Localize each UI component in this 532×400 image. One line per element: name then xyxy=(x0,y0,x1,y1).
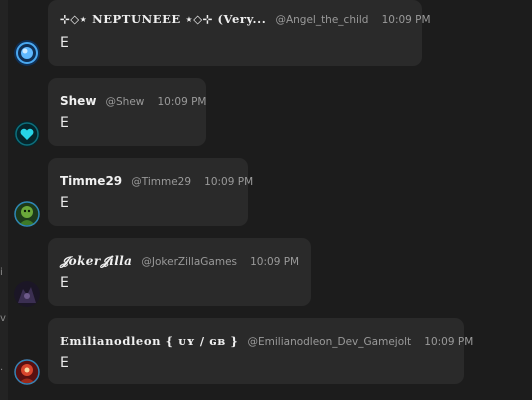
dark-purple-avatar[interactable] xyxy=(14,281,40,307)
message-bubble[interactable]: 𝓙𝒐𝒌𝒆𝒓𝓙𝒊𝒍𝒍𝒂 @JokerZillaGames 10:09 PM E xyxy=(48,238,311,306)
message-timestamp: 10:09 PM xyxy=(204,176,254,188)
author-name[interactable]: ⊹◇⋆ 𝐍𝐄𝐏𝐓𝐔𝐍𝐄𝐄𝐄 ⋆◇⊹ (Very... xyxy=(60,12,266,26)
author-handle[interactable]: @Timme29 xyxy=(131,176,191,188)
author-handle[interactable]: @JokerZillaGames xyxy=(141,256,237,268)
message-text: E xyxy=(60,35,69,51)
edge-glyph: · xyxy=(0,365,4,376)
message-bubble[interactable]: Shew @Shew 10:09 PM E xyxy=(48,78,206,146)
blue-planet-avatar[interactable] xyxy=(14,40,40,66)
message-bubble[interactable]: 𝐄𝐦𝐢𝐥𝐢𝐚𝐧𝐨𝐝𝐥𝐞𝐨𝐧 { ᴜʏ / ɢʙ } @Emilianodleon… xyxy=(48,318,473,384)
message-timestamp: 10:09 PM xyxy=(157,96,207,108)
author-handle[interactable]: @Angel_the_child xyxy=(275,14,368,26)
author-handle[interactable]: @Emilianodleon_Dev_Gamejolt xyxy=(248,336,412,348)
message-timestamp: 10:09 PM xyxy=(381,14,431,26)
message-text: E xyxy=(60,275,69,291)
author-name[interactable]: Timme29 xyxy=(60,174,122,188)
message-header: 𝓙𝒐𝒌𝒆𝒓𝓙𝒊𝒍𝒍𝒂 @JokerZillaGames 10:09 PM xyxy=(60,252,299,268)
message-text: E xyxy=(60,115,69,131)
author-name[interactable]: Shew xyxy=(60,94,96,108)
message-header: Timme29 @Timme29 10:09 PM xyxy=(60,172,253,188)
author-name[interactable]: 𝓙𝒐𝒌𝒆𝒓𝓙𝒊𝒍𝒍𝒂 xyxy=(60,254,132,268)
edge-glyph: v xyxy=(0,313,6,324)
message-header: Shew @Shew 10:09 PM xyxy=(60,92,206,108)
left-edge-strip xyxy=(0,0,8,400)
green-character-avatar[interactable] xyxy=(14,201,40,227)
message-bubble[interactable]: Timme29 @Timme29 10:09 PM E xyxy=(48,158,253,226)
author-name[interactable]: 𝐄𝐦𝐢𝐥𝐢𝐚𝐧𝐨𝐝𝐥𝐞𝐨𝐧 { ᴜʏ / ɢʙ } xyxy=(60,334,238,348)
message-timestamp: 10:09 PM xyxy=(424,336,474,348)
author-handle[interactable]: @Shew xyxy=(106,96,145,108)
message-header: 𝐄𝐦𝐢𝐥𝐢𝐚𝐧𝐨𝐝𝐥𝐞𝐨𝐧 { ᴜʏ / ɢʙ } @Emilianodleon… xyxy=(60,332,473,348)
message-bubble[interactable]: ⊹◇⋆ 𝐍𝐄𝐏𝐓𝐔𝐍𝐄𝐄𝐄 ⋆◇⊹ (Very... @Angel_the_ch… xyxy=(48,0,431,66)
message-timestamp: 10:09 PM xyxy=(250,256,300,268)
cyan-heart-avatar[interactable] xyxy=(14,121,40,147)
message-text: E xyxy=(60,195,69,211)
edge-glyph: i xyxy=(0,267,3,278)
message-header: ⊹◇⋆ 𝐍𝐄𝐏𝐓𝐔𝐍𝐄𝐄𝐄 ⋆◇⊹ (Very... @Angel_the_ch… xyxy=(60,10,431,26)
red-character-avatar[interactable] xyxy=(14,359,40,385)
message-text: E xyxy=(60,355,69,371)
